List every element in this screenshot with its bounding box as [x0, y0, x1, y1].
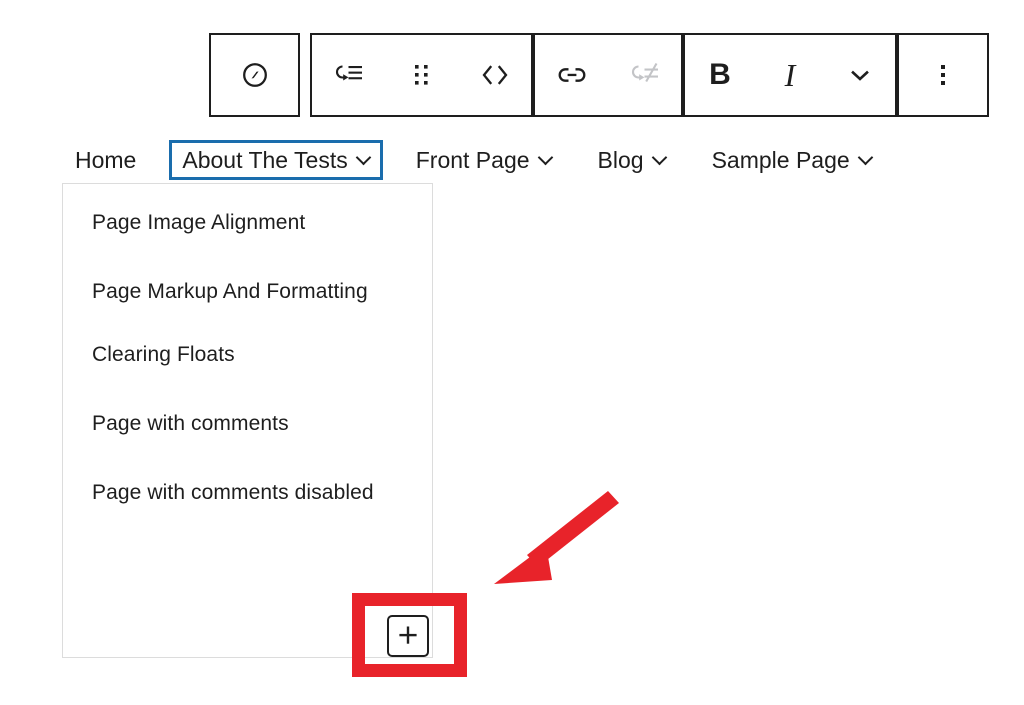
italic-button[interactable]: I — [755, 35, 825, 115]
submenu-appender-plus-button[interactable] — [387, 615, 429, 657]
drag-handle-icon — [411, 61, 433, 89]
submenu-appender — [385, 613, 431, 659]
chevron-down-icon — [539, 151, 552, 164]
submenu-add-icon-button[interactable] — [312, 35, 385, 115]
chevron-down-icon — [357, 151, 370, 164]
submenu-item-clearing-floats[interactable]: Clearing Floats — [63, 338, 432, 371]
chevron-down-icon — [653, 151, 666, 164]
drag-handle-icon-button[interactable] — [385, 35, 458, 115]
submenu-item-label: Page with comments — [92, 412, 289, 435]
submenu-item-page-with-comments[interactable]: Page with comments — [63, 407, 432, 440]
submenu-item-page-image-alignment[interactable]: Page Image Alignment — [63, 206, 432, 239]
bold-icon: B — [709, 60, 731, 90]
link-icon-button[interactable] — [535, 35, 608, 115]
nav-item-label: Sample Page — [712, 147, 850, 173]
submenu-remove-icon-button[interactable] — [608, 35, 681, 115]
plus-icon — [395, 622, 421, 651]
submenu-item-label: Page with comments disabled — [92, 481, 374, 504]
italic-icon: I — [785, 59, 796, 91]
submenu-item-label: Clearing Floats — [92, 343, 235, 366]
bold-button[interactable]: B — [685, 35, 755, 115]
nav-item-label: Front Page — [416, 147, 530, 173]
submenu-panel: Page Image Alignment Page Markup And For… — [62, 183, 433, 658]
nav-item-sample-page[interactable]: Sample Page — [699, 140, 885, 180]
nav-item-label: About The Tests — [182, 147, 347, 173]
submenu-remove-icon — [628, 60, 662, 90]
navigation-compass-icon — [239, 59, 271, 91]
chevron-down-icon — [845, 64, 875, 86]
navigation-menu: Home About The Tests Front Page Blog Sam… — [62, 140, 885, 180]
toolbar-group-link-controls — [533, 33, 681, 117]
nav-item-label: Blog — [598, 147, 644, 173]
nav-item-home[interactable]: Home — [62, 140, 149, 180]
move-arrows-icon — [475, 60, 515, 90]
block-options-button[interactable] — [899, 35, 987, 115]
annotation-arrow — [480, 485, 625, 595]
toolbar-group-text-format: B I — [683, 33, 895, 117]
navigation-compass-icon-button[interactable] — [211, 35, 298, 115]
submenu-item-page-with-comments-disabled[interactable]: Page with comments disabled — [63, 476, 432, 509]
vertical-dots-icon — [936, 60, 950, 90]
nav-item-about-the-tests[interactable]: About The Tests — [169, 140, 382, 180]
toolbar-group-block-structure — [310, 33, 531, 117]
move-arrows-icon-button[interactable] — [458, 35, 531, 115]
nav-item-front-page[interactable]: Front Page — [403, 140, 565, 180]
submenu-item-label: Page Markup And Formatting — [92, 280, 368, 303]
chevron-down-icon — [859, 151, 872, 164]
submenu-add-icon — [332, 60, 366, 90]
nav-item-label: Home — [75, 147, 136, 173]
submenu-item-label: Page Image Alignment — [92, 211, 305, 234]
block-toolbar: B I — [209, 33, 989, 117]
submenu-item-page-markup-and-formatting[interactable]: Page Markup And Formatting — [63, 275, 432, 308]
toolbar-group-block-type — [209, 33, 300, 117]
more-rich-text-controls-button[interactable] — [825, 35, 895, 115]
toolbar-group-block-options — [897, 33, 989, 117]
nav-item-blog[interactable]: Blog — [585, 140, 679, 180]
link-icon — [555, 63, 589, 87]
